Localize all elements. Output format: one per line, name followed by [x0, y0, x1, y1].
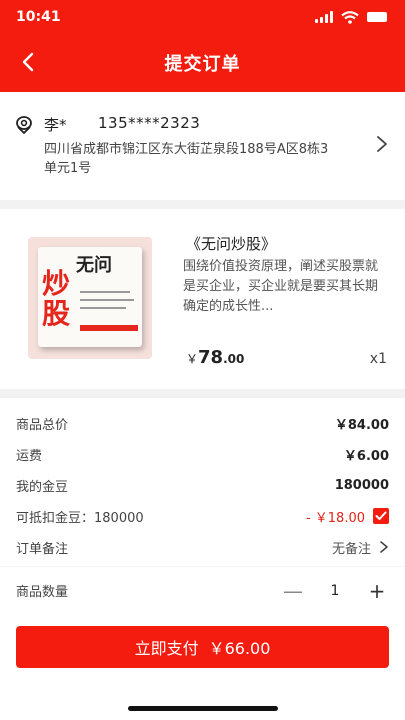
order-summary: 商品总价 ￥84.00 运费 ￥6.00 我的金豆 180000 可抵扣金豆：1…: [0, 398, 405, 566]
chevron-left-icon: [22, 52, 34, 72]
product-title: 《无问炒股》: [186, 235, 277, 253]
cover-title-line2: 炒: [42, 267, 71, 300]
summary-row-remark[interactable]: 订单备注 无备注: [0, 532, 405, 562]
cover-text-line: [80, 299, 134, 301]
signal-icon: [315, 11, 333, 23]
cover-title-line3: 股: [42, 297, 71, 330]
summary-label: 运费: [16, 448, 43, 464]
quantity-stepper-bar: 商品数量 — 1 +: [0, 566, 405, 614]
pay-now-button[interactable]: 立即支付 ￥66.00: [16, 626, 389, 668]
chevron-right-icon: [380, 541, 388, 553]
cover-title-line1: 无问: [76, 255, 112, 276]
price-integer: 78: [198, 347, 224, 368]
increment-button[interactable]: +: [365, 579, 389, 603]
discount-value: - ￥18.00: [305, 510, 365, 526]
recipient-phone: 135****2323: [98, 114, 201, 132]
cover-text-line: [80, 307, 126, 309]
page-title: 提交订单: [164, 54, 241, 75]
product-price: ￥78.00: [186, 347, 244, 368]
decrement-button[interactable]: —: [281, 579, 305, 603]
pay-area: 立即支付 ￥66.00: [0, 614, 405, 720]
summary-label: 订单备注: [16, 541, 69, 557]
summary-row-beans: 我的金豆 180000: [0, 470, 405, 500]
price-currency: ￥: [186, 352, 199, 366]
checkmark-icon: [375, 511, 387, 520]
summary-value: 180000: [334, 477, 389, 493]
product-quantity: x1: [369, 351, 387, 367]
price-decimal: .00: [223, 352, 245, 366]
pay-amount: ￥66.00: [208, 639, 271, 658]
summary-value: ￥84.00: [334, 417, 389, 433]
summary-row-shipping: 运费 ￥6.00: [0, 439, 405, 469]
status-icons: [315, 10, 387, 24]
home-indicator: [128, 706, 278, 711]
book-illustration: 无问 炒 股: [38, 247, 142, 347]
location-pin-icon: [16, 116, 32, 134]
quantity-value[interactable]: 1: [305, 583, 365, 599]
cover-text-line: [80, 291, 130, 293]
summary-label: 可抵扣金豆：180000: [16, 510, 144, 526]
chevron-right-icon[interactable]: [375, 134, 389, 154]
product-description: 围绕价值投资原理，阐述买股票就是买企业，买企业就是要买其长期确定的成长性...: [183, 259, 379, 314]
summary-label: 我的金豆: [16, 479, 69, 495]
summary-label: 商品总价: [16, 417, 69, 433]
app-header: 10:41 提交订单: [0, 0, 405, 92]
address-card[interactable]: 李* 135****2323 四川省成都市锦江区东大街芷泉段188号A区8栋3单…: [0, 92, 405, 200]
recipient-address: 四川省成都市锦江区东大街芷泉段188号A区8栋3单元1号: [44, 142, 329, 176]
status-time: 10:41: [16, 9, 61, 25]
battery-icon: [367, 12, 387, 22]
book-cover-image: 无问 炒 股: [28, 237, 152, 359]
summary-row-deduct[interactable]: 可抵扣金豆：180000 - ￥18.00: [0, 501, 405, 531]
remark-value: 无备注: [331, 541, 371, 557]
nav-bar: 提交订单: [0, 34, 405, 92]
quantity-label: 商品数量: [16, 585, 69, 600]
back-button[interactable]: [14, 48, 42, 76]
summary-value: ￥6.00: [343, 448, 389, 464]
wifi-icon: [341, 10, 359, 24]
product-card: 无问 炒 股 《无问炒股》 围绕价值投资原理，阐述买股票就是买企业，买企业就是要…: [0, 209, 405, 389]
cover-band: [80, 325, 138, 331]
recipient-name: 李*: [44, 116, 67, 134]
summary-row-total: 商品总价 ￥84.00: [0, 408, 405, 438]
deduct-checkbox[interactable]: [373, 508, 389, 524]
pay-label: 立即支付: [134, 639, 199, 658]
status-bar: 10:41: [0, 0, 405, 34]
